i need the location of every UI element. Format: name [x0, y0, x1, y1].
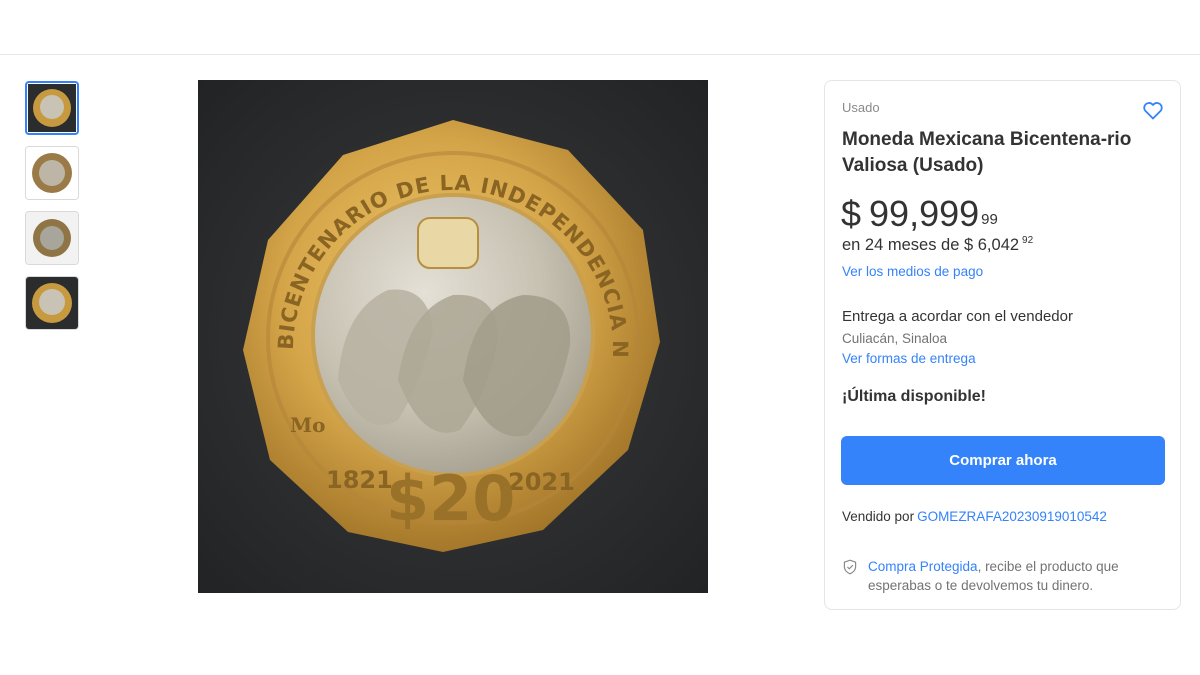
installments: en 24 meses de $ 6,042 92 — [842, 235, 1034, 255]
seller-info: Vendido por GOMEZRAFA20230919010542 — [842, 509, 1107, 524]
item-condition: Usado — [842, 100, 880, 115]
buy-box: Usado Moneda Mexicana Bicentena-rio Vali… — [824, 80, 1181, 610]
product-title: Moneda Mexicana Bicentena-rio Valiosa (U… — [842, 129, 1132, 176]
coin-thumbnail-image — [28, 84, 76, 132]
product-main-image[interactable]: BICENTENARIO DE LA INDEPENDENCIA NACIONA… — [198, 80, 708, 593]
buy-now-button[interactable]: Comprar ahora — [841, 436, 1165, 485]
coin-denomination: $20 — [386, 462, 515, 535]
coin-thumbnail-image — [26, 212, 78, 264]
seller-name-link[interactable]: GOMEZRAFA20230919010542 — [917, 509, 1107, 524]
thumbnail-2[interactable] — [25, 146, 79, 200]
seller-location: Culiacán, Sinaloa — [842, 331, 948, 346]
coin-year-right: 2021 — [508, 468, 575, 496]
price-currency: $ — [841, 193, 862, 234]
thumbnail-3[interactable] — [25, 211, 79, 265]
protected-purchase-link[interactable]: Compra Protegida — [868, 559, 978, 574]
seller-label: Vendido por — [842, 509, 915, 524]
stock-status: ¡Última disponible! — [842, 388, 986, 405]
coin-mint-mark: Mo — [290, 413, 325, 437]
thumbnail-1[interactable] — [25, 81, 79, 135]
payment-methods-link[interactable]: Ver los medios de pago — [842, 264, 983, 279]
coin-year-left: 1821 — [326, 466, 393, 494]
thumbnail-list — [25, 81, 79, 341]
installments-cents: 92 — [1022, 235, 1034, 246]
coin-thumbnail-image — [26, 147, 78, 199]
coin-photo: BICENTENARIO DE LA INDEPENDENCIA NACIONA… — [198, 80, 708, 593]
installments-text: en 24 meses de $ 6,042 — [842, 236, 1020, 254]
price-cents: 99 — [981, 211, 998, 228]
shipping-options-link[interactable]: Ver formas de entrega — [842, 351, 976, 366]
coin-thumbnail-image — [26, 277, 78, 329]
heart-icon[interactable] — [1141, 98, 1165, 122]
thumbnail-4[interactable] — [25, 276, 79, 330]
delivery-text: Entrega a acordar con el vendedor — [842, 308, 1073, 325]
shield-check-icon — [843, 559, 857, 575]
price: $99,999 99 — [841, 194, 998, 234]
price-amount: 99,999 — [869, 193, 980, 234]
